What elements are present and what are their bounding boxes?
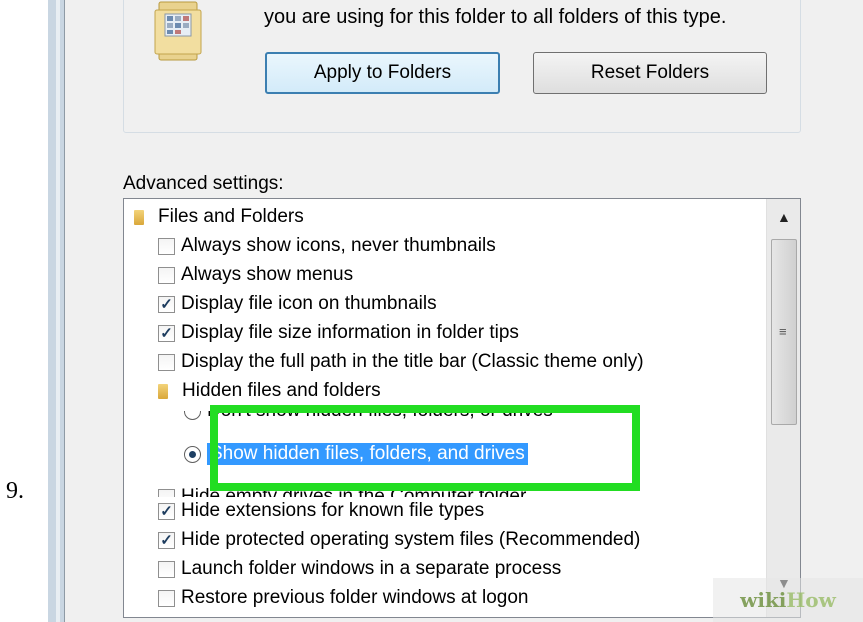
folder-icon [158, 383, 170, 399]
folder-icon [134, 209, 146, 225]
tree-item-label: Restore previous folder windows at logon [181, 587, 529, 608]
tree-item-label: Display the full path in the title bar (… [181, 351, 644, 372]
folder-options-dialog: you are using for this folder to all fol… [64, 0, 863, 622]
tree-item-label: Hide protected operating system files (R… [181, 529, 641, 550]
tree-item-label: Launch folder windows in a separate proc… [181, 558, 562, 579]
checkbox-launch-separate-process[interactable]: Launch folder windows in a separate proc… [158, 555, 561, 583]
apply-to-folders-button[interactable]: Apply to Folders [265, 52, 500, 94]
folder-views-description: you are using for this folder to all fol… [264, 6, 727, 28]
checkbox-unchecked[interactable] [158, 488, 175, 497]
tree-item-label: Display file size information in folder … [181, 322, 519, 343]
vertical-scrollbar[interactable]: ▲ ≡ ▼ [766, 199, 800, 617]
tree-item-label: Hidden files and folders [182, 380, 381, 401]
watermark-wiki: wiki [740, 588, 787, 612]
tree-item-label: Hide extensions for known file types [181, 500, 485, 521]
checkbox-always-show-menus[interactable]: Always show menus [158, 261, 353, 289]
checkbox-checked[interactable]: ✓ [158, 531, 175, 549]
checkbox-unchecked[interactable] [158, 266, 175, 284]
tree-item-label: Display file icon on thumbnails [181, 293, 437, 314]
advanced-settings-label: Advanced settings: [123, 173, 284, 194]
tree-item-label: Always show menus [181, 264, 354, 285]
checkbox-unchecked[interactable] [158, 237, 175, 255]
folder-options-screenshot: you are using for this folder to all fol… [48, 0, 863, 622]
radio-unselected[interactable] [184, 411, 201, 420]
tree-folder-hidden-files[interactable]: Hidden files and folders [158, 377, 381, 405]
radio-selected[interactable] [184, 445, 201, 463]
checkbox-always-show-icons[interactable]: Always show icons, never thumbnails [158, 232, 496, 260]
wikihow-watermark: wiki How [713, 578, 863, 622]
checkbox-hide-extensions[interactable]: ✓ Hide extensions for known file types [158, 497, 484, 525]
checkbox-display-file-icon[interactable]: ✓ Display file icon on thumbnails [158, 290, 437, 318]
checkbox-display-file-size[interactable]: ✓ Display file size information in folde… [158, 319, 519, 347]
checkbox-unchecked[interactable] [158, 560, 175, 578]
window-frame [56, 0, 60, 622]
reset-folders-button[interactable]: Reset Folders [533, 52, 767, 94]
checkbox-restore-previous-windows[interactable]: Restore previous folder windows at logon [158, 584, 528, 612]
checkbox-checked[interactable]: ✓ [158, 295, 175, 313]
tree-folder-files-and-folders[interactable]: Files and Folders [134, 203, 304, 231]
checkbox-checked[interactable]: ✓ [158, 502, 175, 520]
green-highlight-box [210, 405, 640, 491]
tree-item-label: Always show icons, never thumbnails [181, 235, 496, 256]
checkbox-unchecked[interactable] [158, 589, 175, 607]
tree-item-label: Files and Folders [158, 206, 304, 227]
scroll-up-arrow-icon[interactable]: ▲ [777, 209, 791, 225]
checkbox-display-full-path[interactable]: Display the full path in the title bar (… [158, 348, 644, 376]
advanced-settings-tree[interactable]: Files and Folders Always show icons, nev… [123, 198, 801, 618]
watermark-how: How [786, 588, 836, 612]
checkbox-unchecked[interactable] [158, 353, 175, 371]
folder-view-icon [154, 1, 202, 61]
checkbox-checked[interactable]: ✓ [158, 324, 175, 342]
checkbox-hide-protected-files[interactable]: ✓ Hide protected operating system files … [158, 526, 640, 554]
step-number: 9. [6, 478, 24, 504]
scroll-thumb[interactable]: ≡ [771, 239, 797, 425]
grip-icon: ≡ [779, 324, 787, 339]
